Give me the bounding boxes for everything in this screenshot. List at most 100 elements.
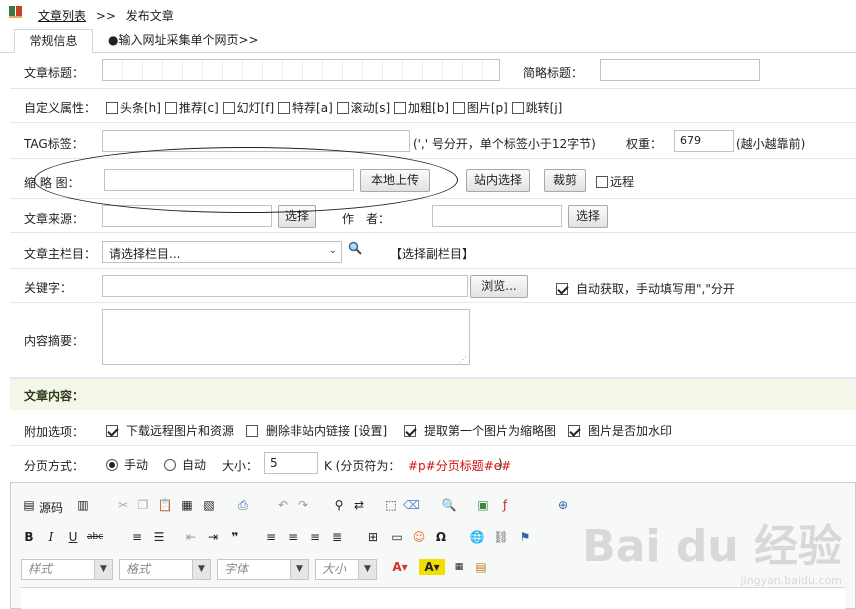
align-left-icon[interactable]: ≡: [263, 529, 279, 545]
align-justify-icon[interactable]: ≣: [329, 529, 345, 545]
cut-icon[interactable]: ✂: [115, 497, 131, 513]
author-input[interactable]: [432, 205, 562, 227]
undo-icon[interactable]: ↶: [275, 497, 291, 513]
radio[interactable]: [106, 459, 118, 471]
image-icon[interactable]: ▣: [475, 497, 491, 513]
select-all-icon[interactable]: ⬚: [383, 497, 399, 513]
crop-button[interactable]: 裁剪: [544, 169, 586, 192]
indent-icon[interactable]: ⇥: [205, 529, 221, 545]
checkbox[interactable]: [106, 425, 118, 437]
checkbox[interactable]: [106, 102, 118, 114]
copy-icon[interactable]: ❐: [135, 497, 151, 513]
checkbox[interactable]: [452, 102, 465, 114]
checkbox[interactable]: [246, 425, 258, 437]
paging-auto-option[interactable]: 自动: [164, 456, 206, 473]
unlink-icon[interactable]: ⛓: [493, 529, 509, 545]
checkbox[interactable]: [404, 425, 416, 437]
browse-button[interactable]: 浏览...: [470, 275, 528, 298]
auto-keywords-option[interactable]: 自动获取，手动填写用","分开: [556, 280, 735, 297]
source-doc-icon[interactable]: ▤: [21, 497, 37, 513]
paste-icon[interactable]: 📋: [157, 497, 173, 513]
download-remote-option[interactable]: 下载远程图片和资源: [106, 422, 234, 439]
attr-slide[interactable]: 幻灯[f]: [222, 101, 274, 115]
bold-icon[interactable]: B: [21, 529, 37, 545]
font-combo[interactable]: 字体 ▼: [217, 559, 309, 580]
replace-icon[interactable]: ⇄: [351, 497, 367, 513]
checkbox[interactable]: [164, 102, 177, 114]
remove-links-option[interactable]: 删除非站内链接 [设置]: [246, 422, 387, 439]
first-image-thumb-option[interactable]: 提取第一个图片为缩略图: [404, 422, 556, 439]
show-blocks-icon[interactable]: ▦: [451, 559, 467, 575]
size-input[interactable]: 5: [264, 452, 318, 474]
attr-scroll[interactable]: 滚动[s]: [336, 101, 390, 115]
horizontal-rule-icon[interactable]: ▭: [389, 529, 405, 545]
breadcrumb-current: 发布文章: [125, 9, 174, 23]
paste-word-icon[interactable]: ▧: [201, 497, 217, 513]
sub-column-link[interactable]: 【选择副栏目】: [390, 245, 474, 262]
find-icon[interactable]: ⚲: [331, 497, 347, 513]
keywords-input[interactable]: [102, 275, 468, 297]
size-combo[interactable]: 大小 ▼: [315, 559, 377, 580]
anchor-flag-icon[interactable]: ⚑: [517, 529, 533, 545]
insert-page-break-icon[interactable]: ▤: [473, 559, 489, 575]
smiley-icon[interactable]: ☺: [411, 529, 427, 545]
strikethrough-icon[interactable]: abc: [87, 529, 103, 545]
table-icon[interactable]: ⊞: [365, 529, 381, 545]
checkbox[interactable]: [394, 102, 407, 114]
tab-collect-url[interactable]: ●输入网址采集单个网页>>: [100, 29, 267, 53]
attr-bold[interactable]: 加粗[b]: [394, 101, 449, 115]
attr-jump[interactable]: 跳转[j]: [511, 101, 562, 115]
checkbox[interactable]: [556, 283, 568, 295]
checkbox[interactable]: [278, 102, 291, 114]
search-icon[interactable]: [348, 241, 362, 255]
unordered-list-icon[interactable]: ☰: [151, 529, 167, 545]
checkbox[interactable]: [222, 102, 235, 114]
format-combo[interactable]: 格式 ▼: [119, 559, 211, 580]
maximize-icon[interactable]: ⊕: [555, 497, 571, 513]
ordered-list-icon[interactable]: ≡: [129, 529, 145, 545]
style-combo[interactable]: 样式 ▼: [21, 559, 113, 580]
underline-icon[interactable]: U: [65, 529, 81, 545]
attr-headline[interactable]: 头条[h]: [106, 101, 161, 115]
template-icon[interactable]: ▥: [75, 497, 91, 513]
align-right-icon[interactable]: ≡: [307, 529, 323, 545]
link-icon[interactable]: 🌐: [469, 529, 485, 545]
checkbox[interactable]: [336, 102, 349, 114]
text-color-icon[interactable]: A▾: [387, 559, 413, 575]
source-button[interactable]: 源码: [39, 499, 63, 516]
paste-text-icon[interactable]: ▦: [179, 497, 195, 513]
book-icon: [9, 6, 22, 18]
remote-option[interactable]: 远程: [596, 173, 634, 190]
checkbox[interactable]: [596, 176, 608, 188]
summary-textarea[interactable]: ⋰: [102, 309, 470, 365]
preview-icon[interactable]: 🔍: [441, 497, 457, 513]
flash-icon[interactable]: ƒ: [497, 497, 513, 513]
print-icon[interactable]: ⎙: [235, 497, 251, 513]
align-center-icon[interactable]: ≡: [285, 529, 301, 545]
special-char-icon[interactable]: Ω: [433, 529, 449, 545]
eraser-icon[interactable]: ⌫: [403, 497, 420, 513]
editor-content-area[interactable]: [21, 587, 845, 609]
tab-general-info[interactable]: 常规信息: [14, 29, 93, 53]
author-select-button[interactable]: 选择: [568, 205, 608, 228]
column-select[interactable]: 请选择栏目... ⌄: [102, 241, 342, 263]
checkbox[interactable]: [511, 102, 524, 114]
site-select-button[interactable]: 站内选择: [466, 169, 530, 192]
attr-special[interactable]: 特荐[a]: [278, 101, 333, 115]
radio[interactable]: [164, 459, 176, 471]
paging-manual-option[interactable]: 手动: [106, 456, 148, 473]
redo-icon[interactable]: ↷: [295, 497, 311, 513]
blockquote-icon[interactable]: ❞: [227, 529, 243, 545]
resize-grip-icon[interactable]: ⋰: [459, 355, 467, 364]
bg-color-icon[interactable]: A▾: [419, 559, 445, 575]
italic-icon[interactable]: I: [43, 529, 59, 545]
outdent-icon[interactable]: ⇤: [183, 529, 199, 545]
watermark-option[interactable]: 图片是否加水印: [568, 422, 672, 439]
attr-recommend[interactable]: 推荐[c]: [164, 101, 219, 115]
attr-picture[interactable]: 图片[p]: [452, 101, 508, 115]
checkbox[interactable]: [568, 425, 580, 437]
short-title-input[interactable]: [600, 59, 760, 81]
breadcrumb-link-article-list[interactable]: 文章列表: [38, 9, 86, 23]
title-input[interactable]: [102, 59, 500, 81]
weight-input[interactable]: 679: [674, 130, 734, 152]
